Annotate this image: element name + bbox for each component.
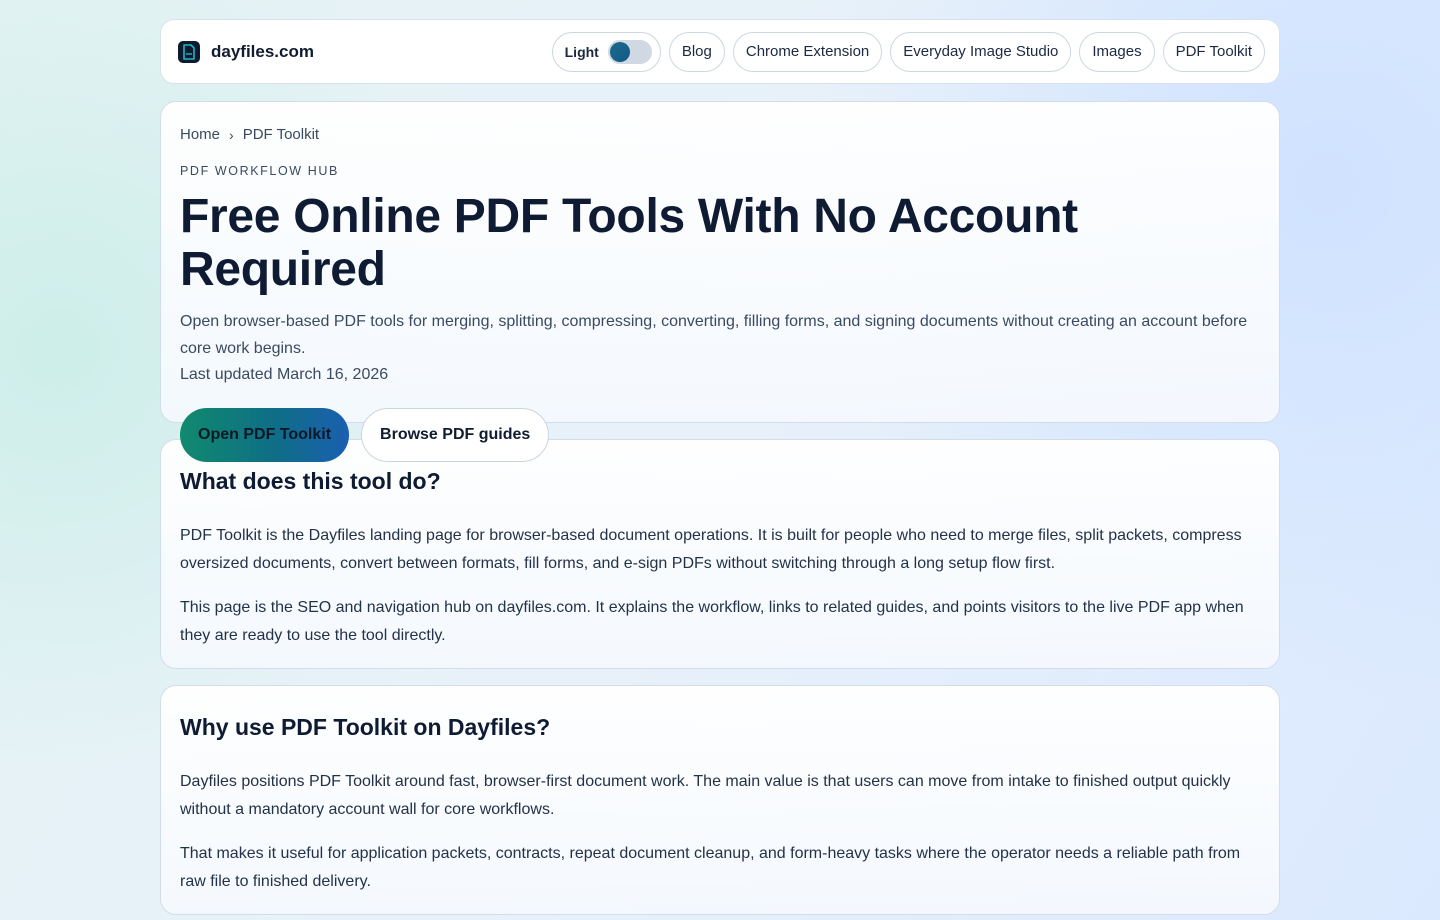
section-paragraph: Dayfiles positions PDF Toolkit around fa…	[180, 773, 1231, 818]
brand-name: dayfiles.com	[211, 41, 314, 61]
theme-toggle-label: Light	[564, 43, 599, 60]
nav-images[interactable]: Images	[1079, 31, 1155, 72]
main-nav: Light Blog Chrome Extension Everyday Ima…	[551, 31, 1265, 72]
document-icon	[178, 40, 200, 63]
section-heading: Why use PDF Toolkit on Dayfiles?	[180, 714, 551, 740]
breadcrumb: Home › PDF Toolkit	[180, 126, 1260, 143]
hero-card: Home › PDF Toolkit PDF WORKFLOW HUB Free…	[160, 101, 1280, 462]
section-paragraph: That makes it useful for application pac…	[180, 845, 1241, 890]
page-title: Free Online PDF Tools With No Account Re…	[180, 190, 1078, 296]
browse-pdf-guides-button[interactable]: Browse PDF guides	[361, 407, 550, 462]
brand-link[interactable]: dayfiles.com	[178, 40, 314, 63]
last-updated: Last updated March 16, 2026	[180, 365, 389, 383]
theme-toggle[interactable]: Light	[551, 31, 661, 72]
nav-pdf-toolkit[interactable]: PDF Toolkit	[1162, 31, 1265, 72]
nav-chrome-extension[interactable]: Chrome Extension	[732, 31, 883, 72]
switch-knob	[609, 41, 630, 62]
section-heading: What does this tool do?	[180, 468, 441, 494]
section-paragraph: PDF Toolkit is the Dayfiles landing page…	[180, 527, 1242, 572]
section-why-use: Why use PDF Toolkit on Dayfiles? Dayfile…	[160, 685, 1280, 915]
breadcrumb-current[interactable]: PDF Toolkit	[243, 126, 319, 143]
theme-switch[interactable]	[607, 39, 652, 64]
nav-blog[interactable]: Blog	[668, 31, 725, 72]
hero-description: Open browser-based PDF tools for merging…	[180, 312, 1248, 357]
breadcrumb-home[interactable]: Home	[180, 126, 220, 143]
top-header: dayfiles.com Light Blog Chrome Extension…	[160, 19, 1280, 84]
open-pdf-toolkit-button[interactable]: Open PDF Toolkit	[180, 407, 350, 462]
nav-everyday-image-studio[interactable]: Everyday Image Studio	[890, 31, 1072, 72]
section-what-it-does: What does this tool do? PDF Toolkit is t…	[160, 439, 1280, 669]
eyebrow-label: PDF WORKFLOW HUB	[180, 164, 339, 178]
breadcrumb-separator: ›	[229, 126, 234, 143]
section-paragraph: This page is the SEO and navigation hub …	[180, 599, 1244, 644]
